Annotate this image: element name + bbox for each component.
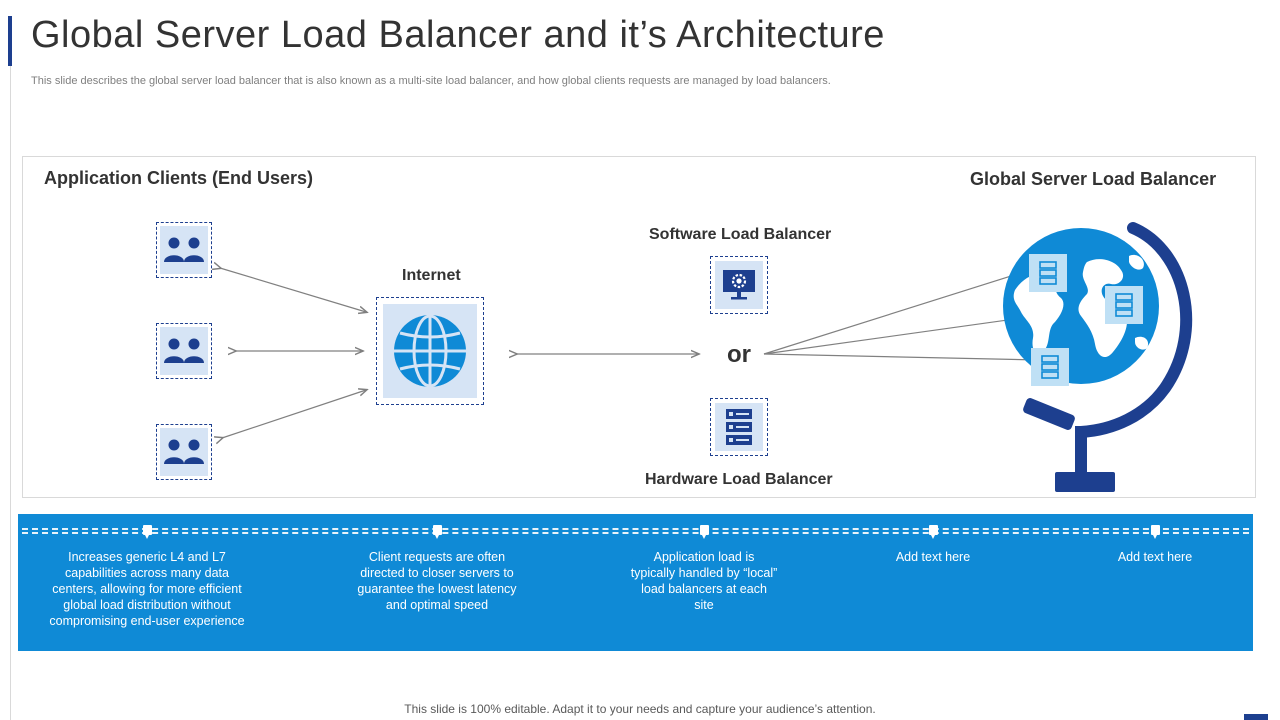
- band-item-text: Increases generic L4 and L7 capabilities…: [49, 550, 245, 628]
- band-item-text: Client requests are often directed to cl…: [357, 550, 517, 612]
- server-node: [1105, 286, 1143, 324]
- hardware-lb-node: [710, 398, 768, 456]
- clients-heading: Application Clients (End Users): [44, 168, 314, 188]
- client-box: [156, 222, 212, 278]
- server-node: [1029, 254, 1067, 292]
- slide-footer: This slide is 100% editable. Adapt it to…: [404, 702, 876, 716]
- left-rule: [10, 66, 11, 720]
- gslb-globe: [995, 220, 1200, 498]
- client-box: [156, 424, 212, 480]
- band-dashed-line: [22, 532, 1249, 534]
- corner-accent: [1244, 714, 1268, 720]
- gslb-heading: Global Server Load Balancer: [970, 169, 1217, 189]
- server-icon: [1041, 355, 1059, 379]
- band-marker: [700, 525, 709, 539]
- internet-label: Internet: [402, 267, 461, 284]
- monitor-gear-icon: [723, 270, 755, 300]
- slide-title: Global Server Load Balancer and it’s Arc…: [31, 14, 885, 56]
- software-lb-label: Software Load Balancer: [649, 226, 832, 243]
- users-icon: [164, 338, 204, 363]
- or-label: or: [727, 341, 751, 368]
- info-band: Increases generic L4 and L7 capabilities…: [18, 514, 1253, 651]
- band-marker: [1151, 525, 1160, 539]
- hardware-lb-label: Hardware Load Balancer: [645, 471, 833, 488]
- world-globe-icon: [1003, 222, 1193, 492]
- slide-subtitle: This slide describes the global server l…: [31, 75, 831, 87]
- band-marker: [143, 525, 152, 539]
- server-rack-icon: [726, 409, 752, 445]
- server-icon: [1039, 261, 1057, 285]
- software-lb-node: [710, 256, 768, 314]
- server-icon: [1115, 293, 1133, 317]
- globe-icon: [394, 314, 466, 388]
- client-box: [156, 323, 212, 379]
- users-icon: [164, 439, 204, 464]
- band-marker: [929, 525, 938, 539]
- band-dashed-line: [22, 528, 1249, 530]
- title-accent-bar: [8, 16, 12, 66]
- band-marker: [433, 525, 442, 539]
- band-item-text: Add text here: [895, 550, 971, 564]
- users-icon: [164, 237, 204, 262]
- band-item-text: Add text here: [1117, 550, 1193, 564]
- server-node: [1031, 348, 1069, 386]
- band-item-text: Application load is typically handled by…: [630, 550, 778, 612]
- internet-node: [376, 297, 484, 405]
